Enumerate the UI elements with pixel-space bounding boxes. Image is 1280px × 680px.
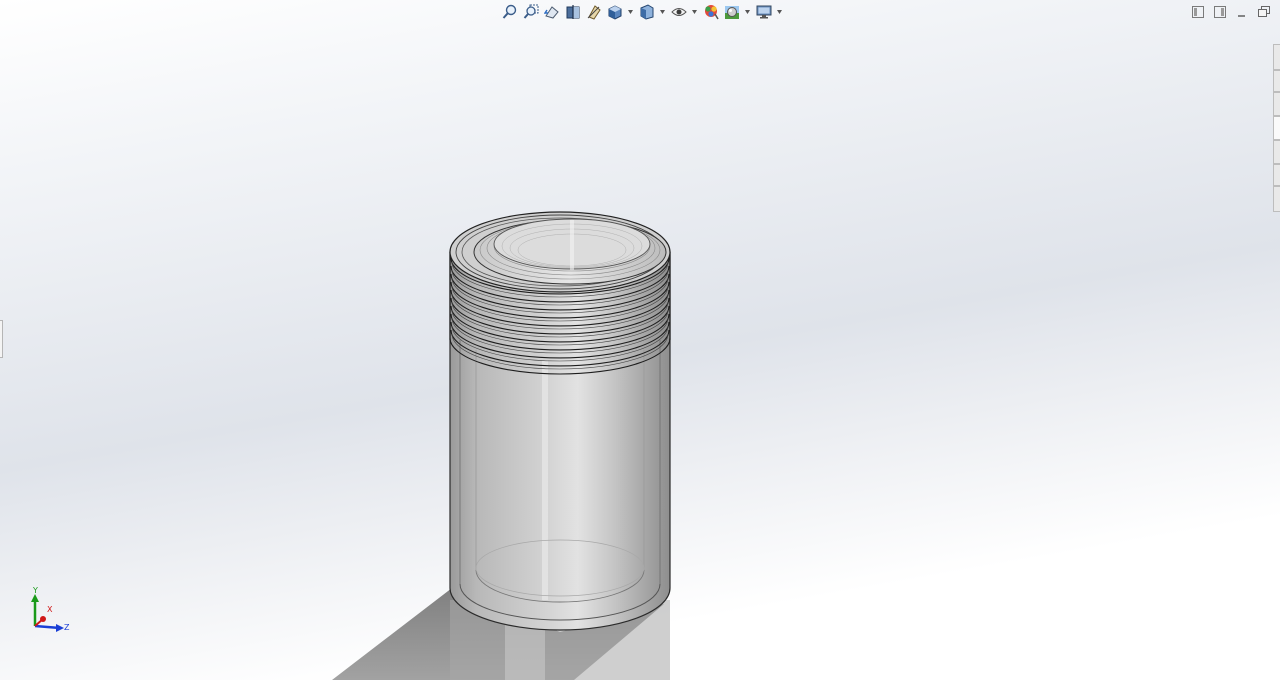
task-pane-tab[interactable] [1273, 164, 1280, 186]
previous-view-icon[interactable] [542, 3, 561, 22]
reference-triad: Y X Z [26, 584, 76, 636]
section-view-icon[interactable] [563, 3, 582, 22]
apply-scene-dropdown-icon[interactable] [743, 3, 752, 22]
task-pane-tab[interactable] [1273, 44, 1280, 70]
view-settings-dropdown-icon[interactable] [775, 3, 784, 22]
view-orientation-icon[interactable] [605, 3, 624, 22]
hide-show-dropdown-icon[interactable] [690, 3, 699, 22]
task-pane-tab[interactable] [1273, 186, 1280, 212]
view-orientation-dropdown-icon[interactable] [626, 3, 635, 22]
minimize-icon[interactable] [1234, 4, 1250, 20]
display-style-dropdown-icon[interactable] [658, 3, 667, 22]
threaded-cylinder-model[interactable] [0, 0, 1280, 680]
display-style-icon[interactable] [637, 3, 656, 22]
apply-scene-icon[interactable] [722, 3, 741, 22]
task-pane-tab[interactable] [1273, 116, 1280, 140]
triad-y-label: Y [33, 586, 38, 595]
task-pane-tabs [1273, 44, 1280, 212]
window-controls [1190, 4, 1272, 20]
task-pane-tab[interactable] [1273, 92, 1280, 116]
task-pane-tab[interactable] [1273, 70, 1280, 92]
hide-show-items-icon[interactable] [669, 3, 688, 22]
graphics-area[interactable]: Y X Z [0, 0, 1280, 680]
view-settings-icon[interactable] [754, 3, 773, 22]
heads-up-view-toolbar [500, 2, 784, 22]
dynamic-annotation-views-icon[interactable] [584, 3, 603, 22]
task-pane-tab[interactable] [1273, 140, 1280, 164]
tile-left-icon[interactable] [1190, 4, 1206, 20]
tile-right-icon[interactable] [1212, 4, 1228, 20]
triad-x-label: X [47, 605, 53, 614]
feature-manager-collapse-handle[interactable] [0, 320, 3, 358]
cylinder-body [449, 251, 671, 631]
zoom-to-area-icon[interactable] [521, 3, 540, 22]
zoom-to-fit-icon[interactable] [500, 3, 519, 22]
edit-appearance-icon[interactable] [701, 3, 720, 22]
restore-icon[interactable] [1256, 4, 1272, 20]
triad-z-label: Z [64, 623, 70, 632]
